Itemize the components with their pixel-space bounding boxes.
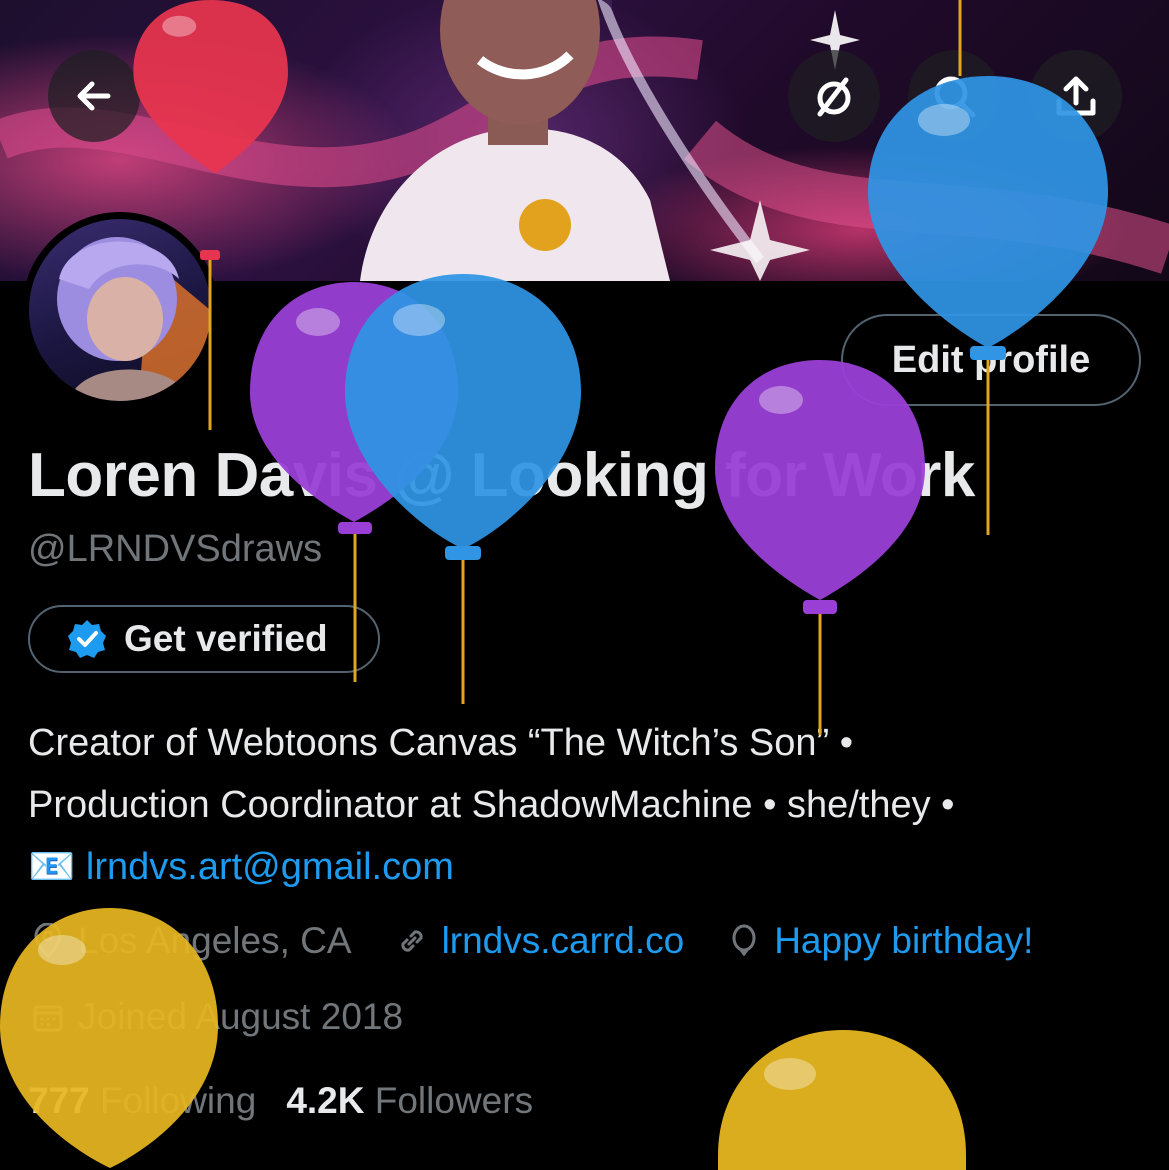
calendar-icon [28, 997, 68, 1037]
location-pin-icon [28, 921, 68, 961]
birthday-text[interactable]: Happy birthday! [774, 920, 1033, 962]
follow-stats: 777 Following 4.2K Followers [28, 1080, 533, 1122]
search-button[interactable] [908, 50, 1000, 142]
handle: @LRNDVSdraws [28, 528, 323, 570]
joined-row: Joined August 2018 [28, 996, 443, 1038]
display-name: Loren Davis @ Looking for Work [28, 441, 975, 510]
bio: Creator of Webtoons Canvas “The Witch’s … [28, 712, 1148, 898]
bio-line: Production Coordinator at ShadowMachine … [28, 784, 955, 826]
share-button[interactable] [1030, 50, 1122, 142]
joined-text: Joined August 2018 [78, 996, 404, 1037]
hide-button[interactable] [788, 50, 880, 142]
search-icon [934, 76, 976, 118]
following-count: 777 [28, 1080, 90, 1121]
joined-item: Joined August 2018 [28, 996, 403, 1038]
followers-label: Followers [374, 1080, 534, 1121]
followers-link[interactable]: 4.2K Followers [286, 1080, 533, 1122]
following-link[interactable]: 777 Following [28, 1080, 256, 1122]
verified-badge-icon [68, 620, 106, 658]
website-link[interactable]: lrndvs.carrd.co [442, 920, 685, 962]
avatar-image [29, 219, 211, 401]
bio-email-line: 📧 lrndvs.art@gmail.com [28, 836, 1148, 898]
share-upload-icon [1056, 76, 1096, 116]
email-emoji-icon: 📧 [28, 846, 76, 888]
following-label: Following [100, 1080, 257, 1121]
profile-meta-row: Los Angeles, CA lrndvs.carrd.co Happy bi… [28, 920, 1073, 962]
back-button[interactable] [48, 50, 140, 142]
followers-count: 4.2K [286, 1080, 365, 1121]
location-text: Los Angeles, CA [78, 920, 352, 961]
balloon-purple-icon [715, 360, 925, 735]
balloon-icon [724, 921, 764, 961]
birthday-item[interactable]: Happy birthday! [724, 920, 1033, 962]
eye-slash-icon [817, 77, 851, 117]
get-verified-label: Get verified [124, 618, 328, 659]
balloon-yellow-icon [718, 1030, 966, 1170]
edit-profile-button[interactable]: Edit profile [841, 314, 1141, 406]
bio-email-link[interactable]: lrndvs.art@gmail.com [86, 846, 454, 888]
get-verified-button[interactable]: Get verified [28, 605, 380, 673]
link-icon [392, 921, 432, 961]
website-item[interactable]: lrndvs.carrd.co [392, 920, 685, 962]
avatar[interactable] [22, 212, 218, 408]
bio-line: Creator of Webtoons Canvas “The Witch’s … [28, 722, 854, 764]
location-item: Los Angeles, CA [28, 920, 352, 962]
arrow-left-icon [77, 81, 111, 111]
